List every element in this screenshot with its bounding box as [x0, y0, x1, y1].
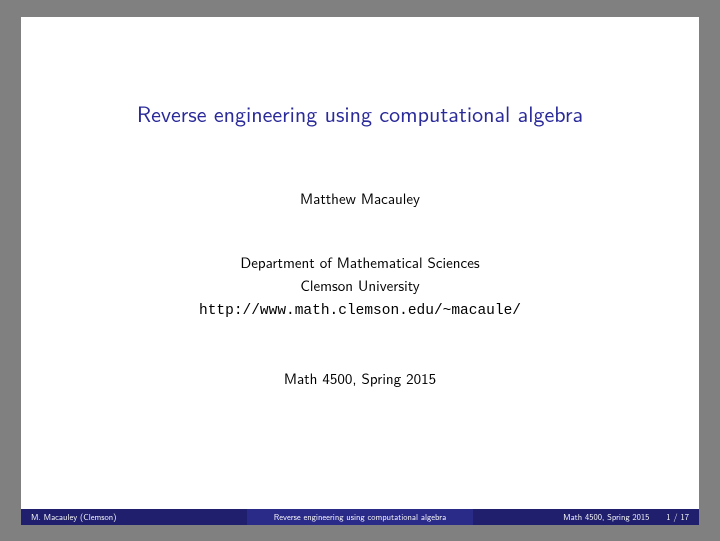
- slide-content: Reverse engineering using computational …: [21, 17, 699, 509]
- slide: Reverse engineering using computational …: [21, 17, 699, 525]
- footer-course: Math 4500, Spring 2015: [563, 510, 649, 523]
- footer-right: Math 4500, Spring 2015 1 / 17: [473, 509, 699, 525]
- course-line: Math 4500, Spring 2015: [284, 367, 436, 389]
- slide-title: Reverse engineering using computational …: [137, 97, 583, 129]
- footer-author: M. Macauley (Clemson): [21, 509, 247, 525]
- affiliation-block: Department of Mathematical Sciences Clem…: [199, 251, 521, 323]
- footer-title: Reverse engineering using computational …: [247, 509, 473, 525]
- university-line: Clemson University: [199, 274, 521, 297]
- footer-bar: M. Macauley (Clemson) Reverse engineerin…: [21, 509, 699, 525]
- author-url: http://www.math.clemson.edu/~macaule/: [199, 300, 521, 322]
- footer-page: 1 / 17: [666, 510, 689, 523]
- author-name: Matthew Macauley: [300, 187, 420, 209]
- department-line: Department of Mathematical Sciences: [199, 251, 521, 274]
